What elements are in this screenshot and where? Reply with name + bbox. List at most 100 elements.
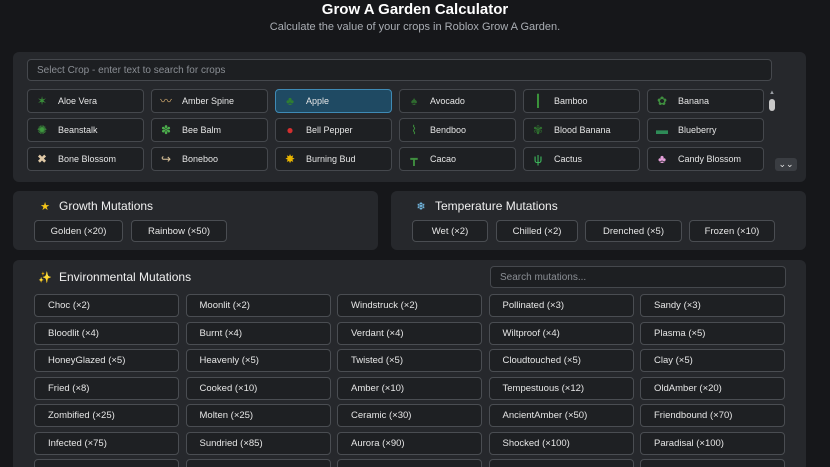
crop-label: Cactus [554, 154, 583, 164]
crop-button-burning-bud[interactable]: ✸ Burning Bud [275, 147, 392, 171]
mutation-button-frozen[interactable]: Frozen (×10) [689, 220, 775, 242]
crop-grid: ✶ Aloe Vera 〰 Amber Spine ♣ Apple ♠ Avocado ┃ Bam… [27, 89, 767, 179]
crop-label: Bee Balm [182, 125, 222, 135]
crop-search-input[interactable] [27, 59, 772, 81]
mutation-button-moonlit[interactable]: Moonlit (×2) [185, 294, 331, 317]
crop-label: Bamboo [554, 96, 588, 106]
bell-pepper-icon: ● [286, 123, 294, 137]
mutation-button-friendbound[interactable]: Friendbound (×70) [640, 404, 785, 427]
page-subtitle: Calculate the value of your crops in Rob… [269, 21, 561, 33]
crop-label: Apple [306, 96, 330, 106]
mutation-button-zombified[interactable]: Zombified (×25) [34, 404, 179, 427]
blood-banana-icon: ✾ [532, 123, 544, 137]
crop-button-avocado[interactable]: ♠ Avocado [399, 89, 516, 113]
mutation-button-partial-32[interactable] [337, 459, 482, 467]
crop-label: Candy Blossom [678, 154, 742, 164]
scroll-up-icon[interactable]: ▲ [768, 90, 776, 96]
crop-label: Bell Pepper [306, 125, 353, 135]
crop-label: Boneboo [182, 154, 219, 164]
growth-mutations-title: Growth Mutations [59, 199, 154, 213]
mutation-button-sundried[interactable]: Sundried (×85) [185, 431, 331, 455]
crop-button-aloe-vera[interactable]: ✶ Aloe Vera [27, 89, 144, 113]
mutation-button-partial-34[interactable] [640, 459, 785, 467]
mutation-button-verdant[interactable]: Verdant (×4) [337, 321, 482, 345]
mutation-button-wiltproof[interactable]: Wiltproof (×4) [488, 321, 634, 345]
sparkles-icon: ✨ [38, 271, 52, 284]
burning-bud-icon: ✸ [284, 152, 296, 166]
crop-button-bone-blossom[interactable]: ✖ Bone Blossom [27, 147, 144, 171]
crop-button-apple[interactable]: ♣ Apple [275, 89, 392, 113]
mutation-button-ceramic[interactable]: Ceramic (×30) [337, 404, 482, 427]
crop-button-blueberry[interactable]: ▬ Blueberry [647, 118, 764, 142]
mutation-button-plasma[interactable]: Plasma (×5) [640, 321, 785, 345]
mutation-button-windstruck[interactable]: Windstruck (×2) [337, 294, 482, 317]
crop-label: Blood Banana [554, 125, 611, 135]
crop-button-bendboo[interactable]: ⌇ Bendboo [399, 118, 516, 142]
mutation-button-clay[interactable]: Clay (×5) [640, 349, 785, 372]
expand-crops-button[interactable]: ⌄⌄ [775, 158, 797, 171]
mutation-button-sandy[interactable]: Sandy (×3) [640, 294, 785, 317]
mutation-button-wet[interactable]: Wet (×2) [412, 220, 488, 242]
mutation-button-partial-33[interactable] [488, 459, 634, 467]
crop-label: Banana [678, 96, 710, 106]
crop-label: Bendboo [430, 125, 467, 135]
mutation-button-paradisal[interactable]: Paradisal (×100) [640, 431, 785, 455]
crop-button-cacao[interactable]: ┳ Cacao [399, 147, 516, 171]
crop-label: Cacao [430, 154, 457, 164]
crop-label: Beanstalk [58, 125, 98, 135]
mutation-button-partial-30[interactable] [34, 459, 179, 467]
mutation-button-shocked[interactable]: Shocked (×100) [488, 431, 634, 455]
mutation-button-fried[interactable]: Fried (×8) [34, 376, 179, 400]
mutation-button-burnt[interactable]: Burnt (×4) [185, 321, 331, 345]
environmental-mutations-header: ✨ Environmental Mutations [37, 270, 191, 284]
boneboo-icon: ↪ [160, 152, 172, 166]
chevrons-down-icon: ⌄⌄ [778, 159, 794, 169]
mutation-button-partial-31[interactable] [185, 459, 331, 467]
mutation-button-cooked[interactable]: Cooked (×10) [185, 376, 331, 400]
crop-selector-panel: ✶ Aloe Vera 〰 Amber Spine ♣ Apple ♠ Avocado ┃ Bam… [13, 52, 806, 182]
mutation-button-aurora[interactable]: Aurora (×90) [337, 431, 482, 455]
mutation-button-twisted[interactable]: Twisted (×5) [337, 349, 482, 372]
mutation-button-chilled[interactable]: Chilled (×2) [496, 220, 578, 242]
crop-label: Bone Blossom [58, 154, 117, 164]
mutation-button-amber[interactable]: Amber (×10) [337, 376, 482, 400]
mutation-button-oldamber[interactable]: OldAmber (×20) [640, 376, 785, 400]
mutation-button-bloodlit[interactable]: Bloodlit (×4) [34, 321, 179, 345]
mutation-search-input[interactable] [490, 266, 786, 288]
mutation-button-infected[interactable]: Infected (×75) [34, 431, 179, 455]
crop-button-bee-balm[interactable]: ✽ Bee Balm [151, 118, 268, 142]
snowflake-icon: ❄ [416, 200, 426, 213]
crop-button-blood-banana[interactable]: ✾ Blood Banana [523, 118, 640, 142]
mutation-button-cloudtouched[interactable]: Cloudtouched (×5) [488, 349, 634, 372]
mutation-button-ancientamber[interactable]: AncientAmber (×50) [488, 404, 634, 427]
banana-icon: ✿ [656, 94, 668, 108]
crop-button-bamboo[interactable]: ┃ Bamboo [523, 89, 640, 113]
mutation-button-tempestuous[interactable]: Tempestuous (×12) [488, 376, 634, 400]
environmental-mutations-title: Environmental Mutations [59, 270, 192, 284]
mutation-button-molten[interactable]: Molten (×25) [185, 404, 331, 427]
scrollbar-thumb[interactable] [769, 99, 775, 111]
crop-button-beanstalk[interactable]: ✺ Beanstalk [27, 118, 144, 142]
crop-button-cactus[interactable]: ψ Cactus [523, 147, 640, 171]
mutation-button-honeyglazed[interactable]: HoneyGlazed (×5) [34, 349, 179, 372]
page-title: Grow A Garden Calculator [321, 1, 509, 18]
crop-button-candy-blossom[interactable]: ♣ Candy Blossom [647, 147, 764, 171]
crop-button-banana[interactable]: ✿ Banana [647, 89, 764, 113]
crop-label: Avocado [430, 96, 465, 106]
mutation-button-pollinated[interactable]: Pollinated (×3) [488, 294, 634, 317]
environmental-mutations-panel: ✨ Environmental Mutations Choc (×2) Moonl… [13, 260, 806, 467]
avocado-icon: ♠ [410, 94, 418, 108]
bone-blossom-icon: ✖ [36, 152, 48, 166]
environmental-mutations-grid: Choc (×2) Moonlit (×2) Windstruck (×2) Poll… [34, 294, 786, 467]
crop-button-boneboo[interactable]: ↪ Boneboo [151, 147, 268, 171]
mutation-button-drenched[interactable]: Drenched (×5) [585, 220, 682, 242]
blueberry-icon: ▬ [656, 123, 668, 137]
mutation-button-choc[interactable]: Choc (×2) [34, 294, 179, 317]
mutation-button-golden[interactable]: Golden (×20) [34, 220, 123, 242]
aloe-vera-icon: ✶ [36, 94, 48, 108]
crop-button-amber-spine[interactable]: 〰 Amber Spine [151, 89, 268, 113]
amber-spine-icon: 〰 [159, 94, 172, 108]
crop-button-bell-pepper[interactable]: ● Bell Pepper [275, 118, 392, 142]
mutation-button-rainbow[interactable]: Rainbow (×50) [131, 220, 227, 242]
mutation-button-heavenly[interactable]: Heavenly (×5) [185, 349, 331, 372]
